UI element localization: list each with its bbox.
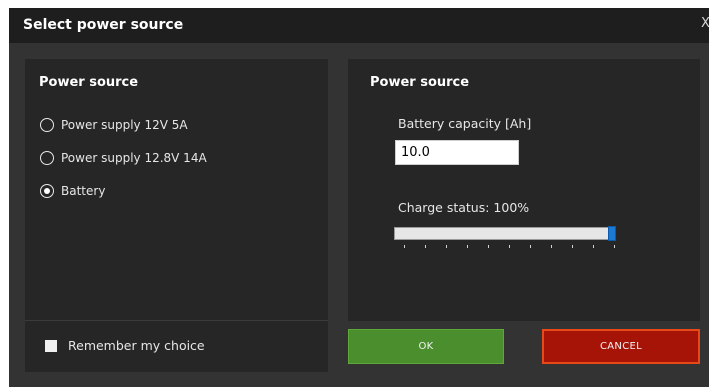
option-label: Power supply 12.8V 14A (61, 151, 207, 165)
cancel-button[interactable]: CANCEL (542, 329, 700, 364)
dialog-title: Select power source (23, 17, 184, 33)
option-label: Battery (61, 184, 106, 198)
radio-icon[interactable] (40, 118, 54, 132)
slider-tick (551, 245, 552, 248)
slider-tick (572, 245, 573, 248)
slider-tick (488, 245, 489, 248)
option-battery[interactable]: Battery (40, 182, 105, 200)
power-source-options-panel: Power source Power supply 12V 5A Power s… (25, 59, 328, 321)
ok-button[interactable]: OK (348, 329, 504, 364)
remember-choice-checkbox[interactable] (45, 339, 57, 352)
slider-tick (530, 245, 531, 248)
slider-tick (467, 245, 468, 248)
slider-tick (593, 245, 594, 248)
slider-tick (614, 245, 615, 248)
power-source-settings-panel: Power source Battery capacity [Ah] Charg… (348, 59, 700, 321)
slider-track[interactable] (394, 227, 616, 240)
battery-capacity-input[interactable] (395, 140, 519, 165)
battery-capacity-label: Battery capacity [Ah] (398, 116, 532, 131)
remember-choice-label: Remember my choice (68, 338, 205, 353)
charge-status-slider[interactable] (394, 226, 622, 249)
radio-selected-icon[interactable] (40, 184, 54, 198)
charge-status-label: Charge status: 100% (398, 200, 530, 215)
option-label: Power supply 12V 5A (61, 118, 188, 132)
slider-thumb[interactable] (608, 226, 616, 241)
radio-icon[interactable] (40, 151, 54, 165)
close-icon[interactable]: X (701, 16, 709, 31)
power-source-dialog: Select power source X Power source Power… (9, 8, 709, 387)
slider-tick (446, 245, 447, 248)
slider-tick (425, 245, 426, 248)
left-panel-heading: Power source (39, 75, 139, 90)
remember-choice-checkbox-row[interactable]: Remember my choice (45, 338, 205, 353)
title-bar: Select power source X (9, 8, 709, 43)
option-power-supply-12-8v[interactable]: Power supply 12.8V 14A (40, 149, 207, 167)
right-panel-heading: Power source (370, 75, 470, 90)
slider-tick (404, 245, 405, 248)
slider-tick (509, 245, 510, 248)
option-power-supply-12v[interactable]: Power supply 12V 5A (40, 116, 188, 134)
